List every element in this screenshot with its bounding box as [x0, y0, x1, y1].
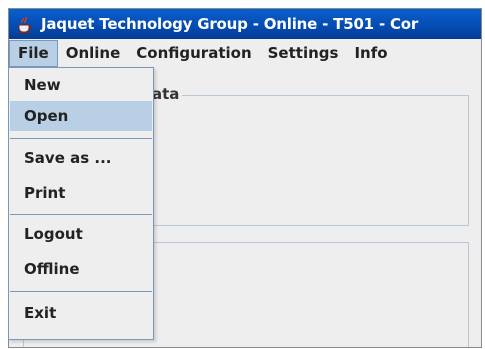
menu-info[interactable]: Info [346, 40, 395, 67]
file-menu-dropdown: New Open Save as ... Print Logout Offlin… [8, 67, 154, 340]
menu-item-open[interactable]: Open [10, 101, 152, 131]
menu-item-offline[interactable]: Offline [10, 254, 152, 284]
window-title: Jaquet Technology Group - Online - T501 … [41, 15, 419, 33]
menu-bar: File Online Configuration Settings Info [9, 40, 481, 67]
menu-settings[interactable]: Settings [260, 40, 347, 67]
menu-item-save-as[interactable]: Save as ... [10, 143, 152, 173]
menu-configuration[interactable]: Configuration [128, 40, 259, 67]
menu-item-print[interactable]: Print [10, 178, 152, 208]
menu-separator [10, 214, 152, 215]
menu-file[interactable]: File [9, 40, 58, 67]
menu-item-new[interactable]: New [10, 70, 152, 100]
menu-item-logout[interactable]: Logout [10, 219, 152, 249]
data-group-title: ata [149, 85, 183, 103]
menu-online[interactable]: Online [58, 40, 129, 67]
menu-separator [10, 291, 152, 292]
menu-separator [10, 138, 152, 139]
title-bar[interactable]: Jaquet Technology Group - Online - T501 … [9, 9, 481, 39]
java-cup-icon [15, 14, 35, 34]
menu-item-exit[interactable]: Exit [10, 298, 152, 328]
